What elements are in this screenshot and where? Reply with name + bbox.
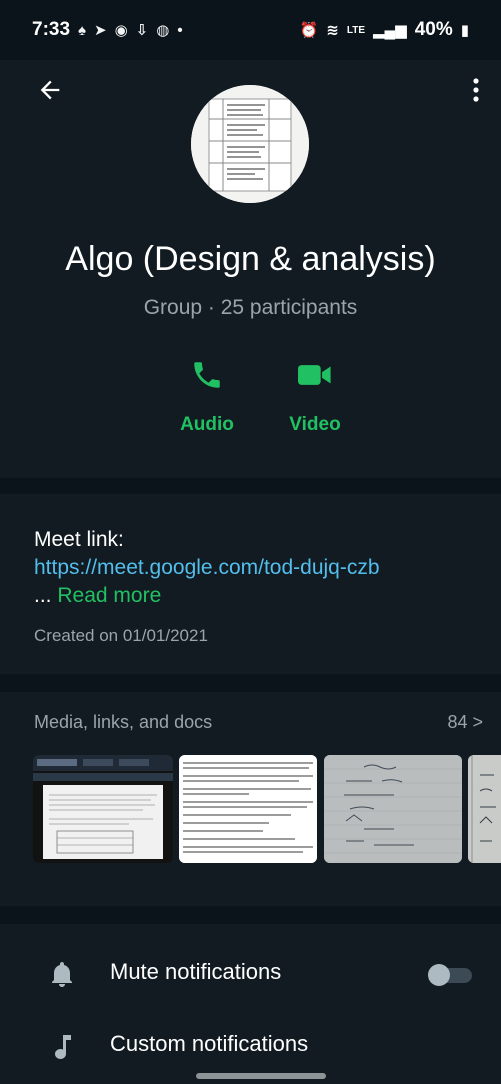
- document-thumb: [179, 755, 317, 863]
- security-icon: ◍: [156, 22, 170, 39]
- video-camera-icon: [298, 365, 331, 385]
- status-right: ⏰ ≋ LTE ▂▄▆ 40% ▮: [300, 19, 469, 41]
- more-options-icon[interactable]: [464, 74, 488, 106]
- group-header: Algo (Design & analysis) Group · 25 part…: [0, 60, 501, 478]
- custom-notifications-label: Custom notifications: [110, 1031, 309, 1056]
- mute-toggle[interactable]: [428, 964, 472, 986]
- home-indicator[interactable]: [196, 1073, 326, 1079]
- back-arrow-icon[interactable]: [36, 76, 64, 104]
- settings-section: Mute notifications Custom notifications: [0, 924, 501, 1084]
- group-avatar[interactable]: [191, 85, 309, 203]
- download-icon: ⇩: [135, 22, 149, 39]
- group-name: Algo (Design & analysis): [65, 240, 436, 278]
- media-thumbnail[interactable]: [179, 755, 317, 863]
- custom-notifications-row[interactable]: Custom notifications: [0, 1016, 501, 1076]
- media-thumbnail[interactable]: [33, 755, 173, 863]
- created-date: Created on 01/01/2021: [34, 626, 208, 645]
- status-bar: 7:33 ♠ ➤ ◉ ⇩ ◍ • ⏰ ≋ LTE ▂▄▆ 40% ▮: [0, 0, 501, 60]
- notification-icon: ♠: [78, 21, 86, 39]
- chevron-right-icon: >: [472, 712, 483, 732]
- media-title[interactable]: Media, links, and docs: [34, 712, 212, 733]
- ellipsis: ...: [34, 584, 52, 607]
- mute-notifications-row[interactable]: Mute notifications: [0, 944, 501, 1004]
- media-section: Media, links, and docs 84 >: [0, 692, 501, 906]
- mute-notifications-label: Mute notifications: [110, 959, 282, 984]
- status-left: 7:33 ♠ ➤ ◉ ⇩ ◍ •: [32, 19, 183, 41]
- description-more: ... Read more: [34, 584, 161, 608]
- network-label: LTE: [346, 24, 365, 36]
- status-time: 7:33: [32, 19, 71, 40]
- media-thumbnail[interactable]: [468, 755, 501, 863]
- app-icon: ◉: [114, 22, 128, 39]
- battery-icon: ▮: [460, 22, 469, 39]
- audio-label: Audio: [180, 414, 234, 435]
- toggle-knob: [428, 964, 450, 986]
- meet-link[interactable]: https://meet.google.com/tod-dujq-czb: [34, 556, 380, 580]
- video-call-button[interactable]: Video: [270, 358, 360, 436]
- group-participants[interactable]: Group · 25 participants: [0, 296, 501, 320]
- signal-icon: ▂▄▆: [373, 22, 407, 39]
- audio-call-button[interactable]: Audio: [162, 358, 252, 436]
- dot-icon: •: [177, 21, 183, 39]
- read-more-link[interactable]: Read more: [57, 584, 161, 607]
- media-count: 84: [447, 712, 468, 732]
- handwritten-note-thumb: [324, 755, 462, 863]
- wifi-icon: ≋: [326, 22, 339, 39]
- description-label: Meet link:: [34, 528, 124, 551]
- video-label: Video: [289, 414, 341, 435]
- battery-level: 40%: [414, 19, 453, 40]
- telegram-icon: ➤: [94, 22, 107, 39]
- bell-icon: [52, 962, 72, 987]
- media-thumbnail[interactable]: [324, 755, 462, 863]
- handwritten-note-thumb: [468, 755, 501, 863]
- phone-icon: [194, 362, 220, 388]
- document-photo-icon: [191, 85, 309, 203]
- group-description: Meet link: https://meet.google.com/tod-d…: [0, 494, 501, 674]
- music-note-icon: [55, 1035, 71, 1059]
- screenshot-thumb: [33, 755, 173, 859]
- alarm-icon: ⏰: [299, 22, 319, 39]
- media-count-link[interactable]: 84 >: [447, 712, 483, 733]
